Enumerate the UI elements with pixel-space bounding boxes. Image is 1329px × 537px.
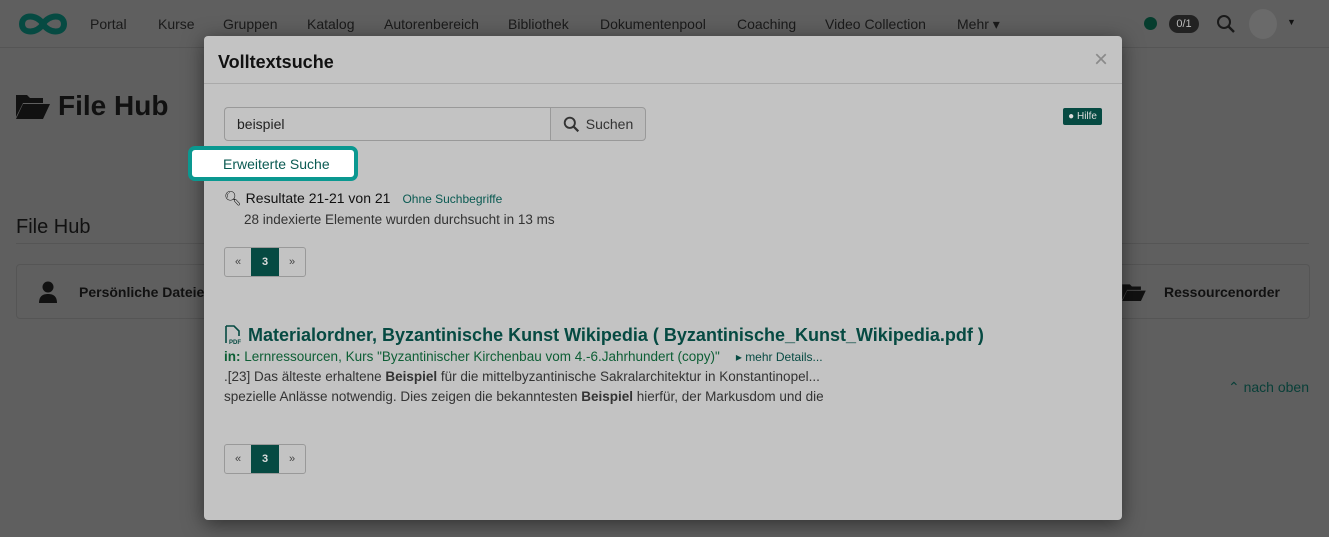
folder-open-icon <box>16 95 50 119</box>
section-title: File Hub <box>16 216 91 238</box>
search-stats: 28 indexierte Elemente wurden durchsucht… <box>244 212 555 227</box>
notification-badge[interactable]: 0/1 <box>1169 15 1199 33</box>
chevron-up-icon: ⌃ <box>1227 379 1244 395</box>
nav-autorenbereich[interactable]: Autorenbereich <box>384 16 479 32</box>
back-to-top-label: nach oben <box>1243 379 1309 395</box>
result-location: in: Lernressourcen, Kurs "Byzantinischer… <box>224 347 984 367</box>
nav-video-collection[interactable]: Video Collection <box>825 16 926 32</box>
more-details-link[interactable]: ▸ mehr Details... <box>736 350 823 364</box>
question-icon: ● <box>1068 111 1075 122</box>
folder-open-icon <box>1122 283 1146 301</box>
search-icon[interactable] <box>1216 14 1236 34</box>
pager-next[interactable]: » <box>279 248 305 276</box>
results-summary: 🔍︎ Resultate 21-21 von 21 Ohne Suchbegrif… <box>224 190 555 227</box>
snippet-text: für die mittelbyzantinische Sakralarchit… <box>437 369 820 384</box>
nav-coaching[interactable]: Coaching <box>737 16 796 32</box>
location-text: Lernressourcen, Kurs "Byzantinischer Kir… <box>244 349 720 364</box>
page-title-text: File Hub <box>58 90 169 121</box>
card-label: Persönliche Dateien <box>79 283 213 300</box>
pager-prev[interactable]: « <box>225 248 251 276</box>
status-dot-icon <box>1144 17 1157 30</box>
nav-katalog[interactable]: Katalog <box>307 16 354 32</box>
without-terms-link[interactable]: Ohne Suchbegriffe <box>402 192 502 206</box>
logo-icon[interactable] <box>16 10 70 38</box>
nav-dokumentenpool[interactable]: Dokumentenpool <box>600 16 706 32</box>
dialog-title: Volltextsuche <box>218 52 334 72</box>
more-details-label: mehr Details... <box>745 350 823 364</box>
snippet-highlight: Beispiel <box>581 389 634 404</box>
user-icon <box>39 281 57 303</box>
snippet-highlight: Beispiel <box>385 369 438 384</box>
results-count: Resultate 21-21 von 21 <box>245 190 391 206</box>
pdf-file-icon: PDF <box>225 325 241 345</box>
help-button[interactable]: ● Hilfe <box>1063 108 1102 125</box>
card-ressourcenorder[interactable]: Ressourcenorder <box>1110 264 1310 319</box>
snippet-text: .[23] Das älteste erhaltene <box>224 369 386 384</box>
search-button[interactable]: Suchen <box>550 107 646 141</box>
nav-mehr[interactable]: Mehr ▾ <box>957 16 1000 33</box>
nav-gruppen[interactable]: Gruppen <box>223 16 277 32</box>
avatar[interactable] <box>1249 9 1277 39</box>
search-icon: 🔍︎ <box>224 190 242 206</box>
search-icon <box>563 116 579 132</box>
page-title: File Hub <box>16 90 168 122</box>
card-label: Ressourcenorder <box>1164 283 1280 300</box>
search-result: PDF Materialordner, Byzantinische Kunst … <box>224 325 984 407</box>
nav-kurse[interactable]: Kurse <box>158 16 195 32</box>
help-label: Hilfe <box>1076 111 1097 122</box>
close-icon[interactable]: × <box>1094 46 1108 74</box>
svg-text:PDF: PDF <box>229 340 241 345</box>
nav-portal[interactable]: Portal <box>90 16 127 32</box>
pagination-bottom: « 3 » <box>224 444 306 474</box>
nav-bibliothek[interactable]: Bibliothek <box>508 16 569 32</box>
result-title: Materialordner, Byzantinische Kunst Wiki… <box>248 325 984 345</box>
result-snippet-1: .[23] Das älteste erhaltene Beispiel für… <box>224 367 984 387</box>
snippet-text: hierfür, der Markusdom und die <box>633 389 824 404</box>
pagination-top: « 3 » <box>224 247 306 277</box>
card-persoenliche-dateien[interactable]: Persönliche Dateien <box>16 264 216 319</box>
result-snippet-2: spezielle Anlässe notwendig. Dies zeigen… <box>224 387 984 407</box>
search-bar: Suchen <box>224 107 646 141</box>
pager-current[interactable]: 3 <box>251 248 279 276</box>
result-title-link[interactable]: PDF Materialordner, Byzantinische Kunst … <box>224 325 984 345</box>
fulltext-search-dialog: Volltextsuche × Suchen ● Hilfe Erweitert… <box>188 36 1122 520</box>
dialog-header: Volltextsuche × <box>204 36 1122 84</box>
snippet-text: spezielle Anlässe notwendig. Dies zeigen… <box>224 389 582 404</box>
pager-prev[interactable]: « <box>225 445 251 473</box>
search-input[interactable] <box>224 107 550 141</box>
pager-next[interactable]: » <box>279 445 305 473</box>
back-to-top-link[interactable]: ⌃ nach oben <box>1228 379 1309 396</box>
pager-current[interactable]: 3 <box>251 445 279 473</box>
search-button-label: Suchen <box>585 116 634 132</box>
advanced-search-link[interactable]: Erweiterte Suche <box>188 146 358 181</box>
in-label: in: <box>224 349 241 364</box>
chevron-down-icon[interactable]: ▼ <box>1287 17 1296 27</box>
caret-right-icon: ▸ <box>735 350 746 364</box>
